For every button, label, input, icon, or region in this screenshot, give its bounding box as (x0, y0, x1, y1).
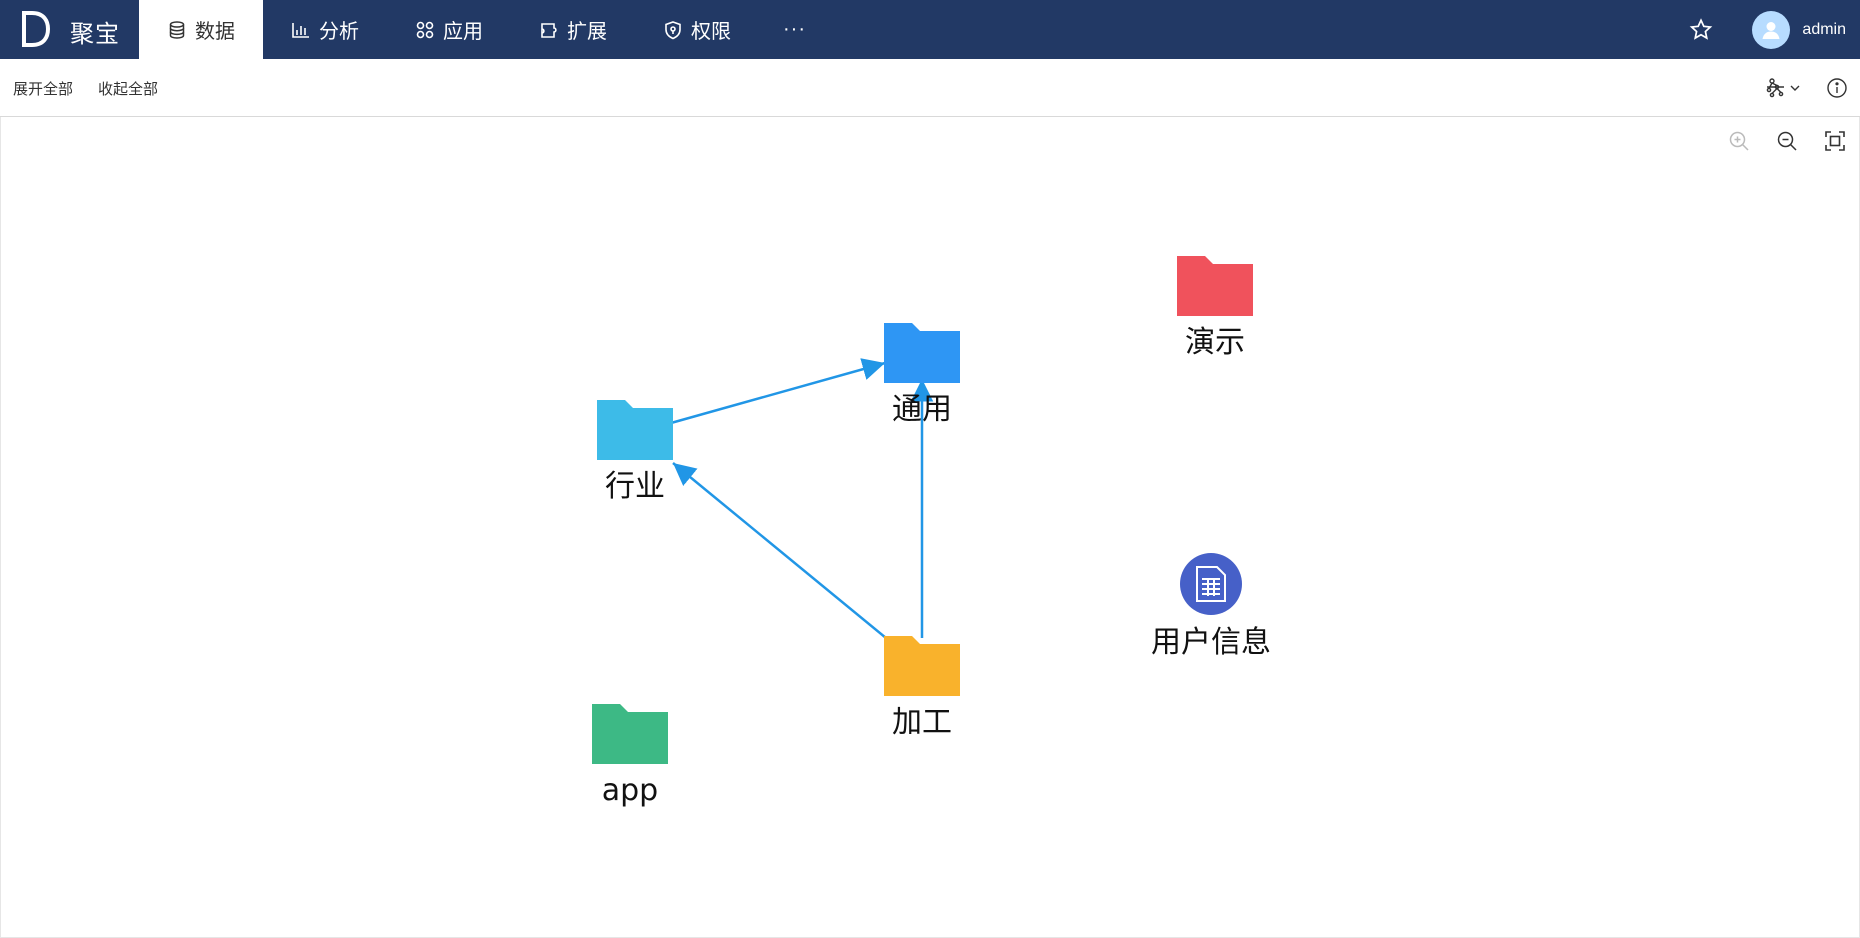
apps-grid-icon (416, 21, 434, 38)
topbar-right: admin (1688, 0, 1860, 59)
database-icon (169, 20, 185, 39)
edges-layer (670, 358, 934, 639)
graph-node-app[interactable]: app (592, 704, 668, 808)
app-name: 聚宝 (70, 21, 120, 48)
folder-icon (592, 704, 668, 764)
layout-graph-icon (1766, 78, 1784, 98)
user-icon (1762, 21, 1780, 39)
edge-hangye-to-tongyong[interactable] (670, 358, 886, 425)
layout-select-button[interactable] (1766, 78, 1802, 98)
nav-tab-permissions[interactable]: 权限 (635, 0, 759, 59)
graph-node-tongyong[interactable]: 通用 (884, 323, 960, 427)
nav-tab-analysis[interactable]: 分析 (263, 0, 387, 59)
nav-tab-extensions[interactable]: 扩展 (511, 0, 635, 59)
favorite-star-icon[interactable] (1688, 17, 1714, 43)
nav-tab-data[interactable]: 数据 (139, 0, 263, 59)
nav-tab-extensions-label: 扩展 (567, 21, 607, 43)
puzzle-icon (541, 22, 557, 38)
graph-node-yanshi[interactable]: 演示 (1177, 256, 1253, 360)
expand-all-button[interactable]: 展开全部 (13, 78, 73, 99)
chevron-down-icon (1790, 85, 1800, 91)
toolbar-right (1766, 59, 1860, 117)
folder-icon (1177, 256, 1253, 316)
graph-toolbar: 展开全部 收起全部 (0, 59, 1860, 117)
graph-node-label: 行业 (605, 469, 665, 504)
bar-chart-icon (292, 22, 309, 38)
collapse-all-button[interactable]: 收起全部 (98, 78, 158, 99)
graph-node-jiagong[interactable]: 加工 (884, 636, 960, 740)
top-navbar: 聚宝 数据 分析 应用 扩展 权限 ··· admin (0, 0, 1860, 59)
graph-node-userinfo[interactable]: 用户信息 (1151, 553, 1271, 660)
nav-tab-data-label: 数据 (195, 21, 235, 43)
info-icon[interactable] (1826, 77, 1848, 99)
graph-canvas[interactable]: 行业 通用 演示加工 app 用户信息 (0, 117, 1860, 938)
folder-icon (597, 400, 673, 460)
shield-icon (665, 20, 681, 39)
nav-tab-apps-label: 应用 (443, 21, 483, 43)
nav-more-button[interactable]: ··· (759, 0, 830, 59)
lineage-graph[interactable]: 行业 通用 演示加工 app 用户信息 (1, 117, 1859, 937)
nav-tab-analysis-label: 分析 (319, 21, 359, 43)
avatar[interactable] (1752, 10, 1791, 49)
graph-node-label: 演示 (1185, 325, 1245, 360)
username[interactable]: admin (1802, 21, 1846, 39)
main-nav: 数据 分析 应用 扩展 权限 ··· (139, 0, 830, 59)
nav-tab-apps[interactable]: 应用 (387, 0, 511, 59)
graph-node-label: 用户信息 (1151, 625, 1271, 660)
logo-icon (22, 11, 50, 47)
folder-icon (884, 636, 960, 696)
graph-node-label: 通用 (892, 392, 952, 427)
folder-icon (884, 323, 960, 383)
graph-node-hangye[interactable]: 行业 (597, 400, 673, 504)
edge-jiagong-to-hangye[interactable] (672, 462, 887, 639)
nodes-layer: 行业 通用 演示加工 app 用户信息 (592, 256, 1271, 808)
brand[interactable]: 聚宝 (0, 0, 139, 59)
graph-node-label: 加工 (892, 705, 952, 740)
nav-tab-permissions-label: 权限 (691, 21, 731, 43)
graph-node-label: app (602, 773, 658, 808)
